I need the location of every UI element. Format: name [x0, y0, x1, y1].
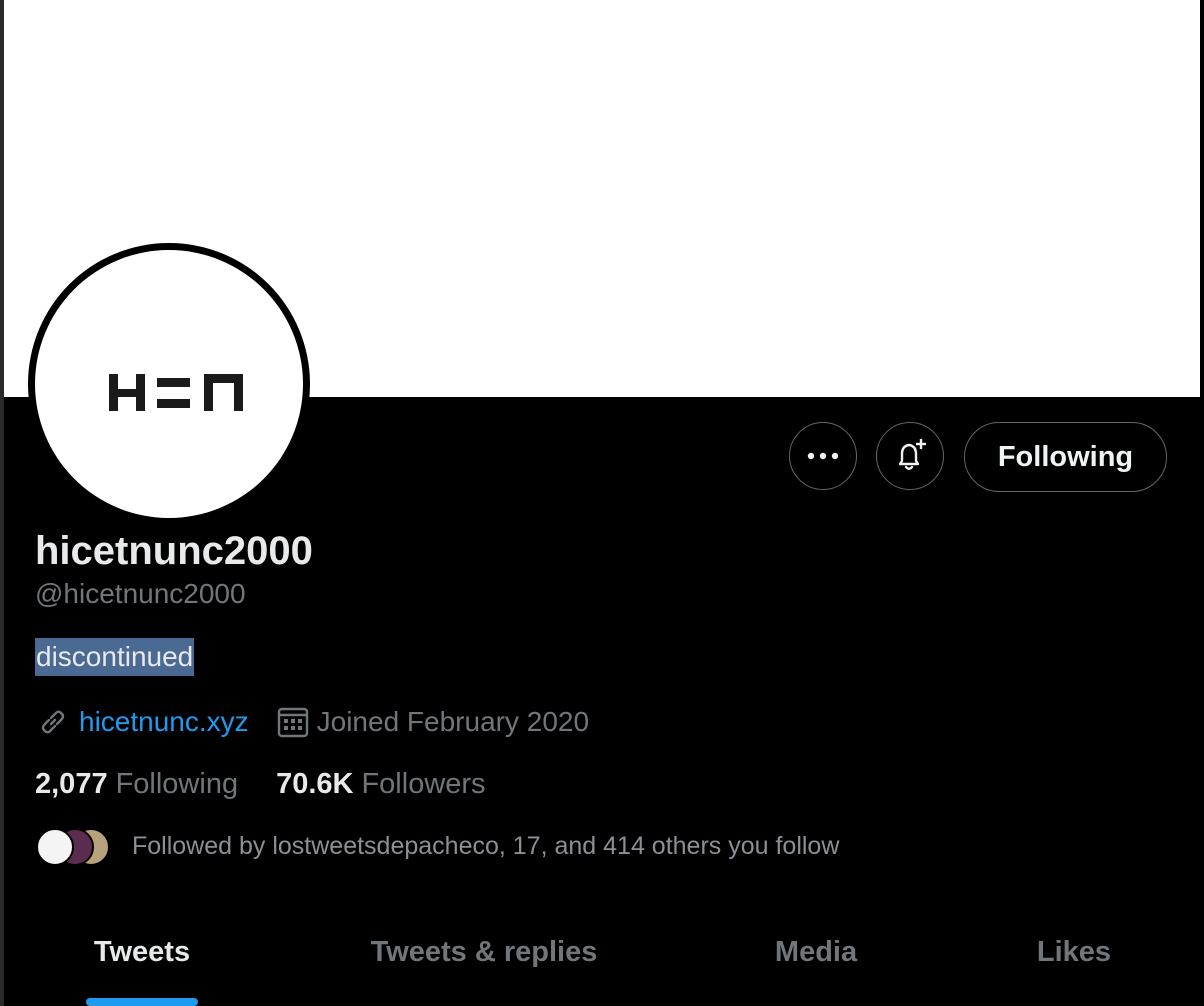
- bell-plus-icon: [898, 439, 926, 470]
- followers-stat[interactable]: 70.6K Followers: [276, 768, 485, 801]
- more-button[interactable]: [789, 422, 857, 490]
- display-name: hicetnunc2000: [35, 529, 313, 573]
- notifications-button[interactable]: [876, 422, 944, 490]
- profile-tabs: Tweets Tweets & replies Media Likes: [4, 920, 1200, 1006]
- following-button[interactable]: Following: [964, 422, 1167, 492]
- avatar: [36, 828, 74, 866]
- active-tab-indicator: [86, 998, 198, 1006]
- followers-label: Followers: [361, 767, 486, 800]
- followers-you-know-avatars: [36, 827, 112, 866]
- hen-logo-icon: [109, 374, 243, 411]
- following-stat[interactable]: 2,077 Following: [35, 768, 238, 801]
- avatar-logo: [35, 250, 303, 518]
- tab-tweets[interactable]: Tweets: [38, 920, 246, 984]
- more-horizontal-icon: [807, 452, 839, 460]
- profile-bio: discontinued: [35, 638, 195, 676]
- profile-handle: @hicetnunc2000: [35, 578, 246, 609]
- profile-meta: hicetnunc.xyz Joined February 2020: [35, 702, 589, 742]
- calendar-icon: [275, 704, 311, 740]
- profile-avatar[interactable]: [28, 243, 310, 525]
- joined-date: Joined February 2020: [316, 706, 590, 737]
- profile-page: Following hicetnunc2000 @hicetnunc2000 d…: [0, 0, 1204, 1006]
- tab-tweets-replies[interactable]: Tweets & replies: [334, 920, 634, 984]
- followers-count: 70.6K: [276, 767, 354, 800]
- window-edge-right: [1200, 0, 1204, 397]
- profile-stats: 2,077 Following 70.6K Followers: [35, 764, 486, 804]
- followed-by-text: Followed by lostweetsdepacheco, 17, and …: [132, 831, 840, 860]
- following-label: Following: [115, 767, 239, 800]
- tab-media[interactable]: Media: [734, 920, 898, 984]
- following-count: 2,077: [35, 767, 108, 800]
- website-link[interactable]: hicetnunc.xyz: [79, 706, 249, 738]
- tab-likes[interactable]: Likes: [994, 920, 1154, 984]
- link-icon: [35, 704, 71, 740]
- followed-by-row[interactable]: Followed by lostweetsdepacheco, 17, and …: [36, 826, 839, 866]
